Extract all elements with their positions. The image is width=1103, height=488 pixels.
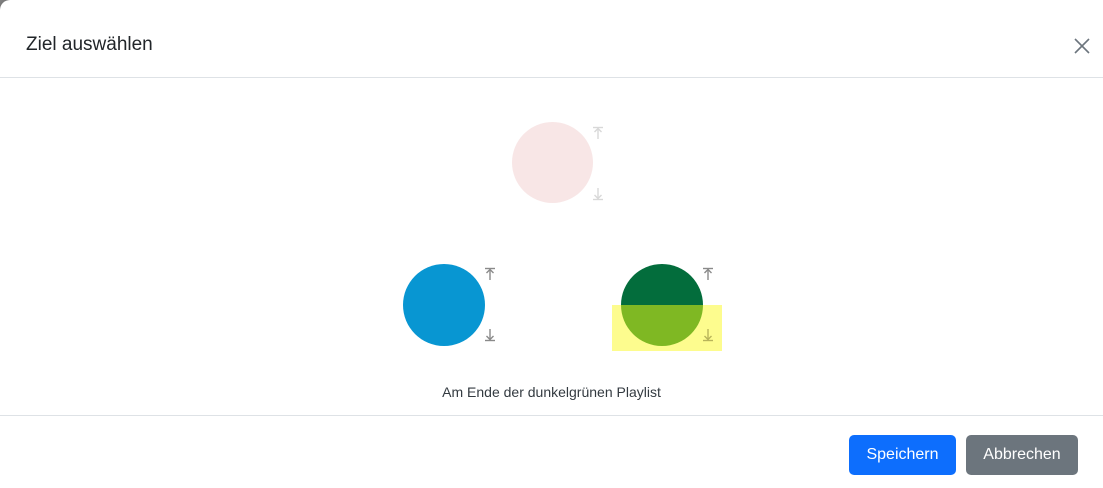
playlist-dark-green-bottom-half[interactable]: [621, 305, 703, 346]
close-icon: [1074, 38, 1090, 54]
save-button[interactable]: Speichern: [849, 435, 956, 475]
close-button[interactable]: [1071, 35, 1093, 57]
insert-bottom-icon: [593, 188, 603, 201]
dialog-title: Ziel auswählen: [26, 34, 153, 55]
cancel-button[interactable]: Abbrechen: [966, 435, 1078, 475]
insert-top-icon[interactable]: [701, 267, 715, 281]
dialog-header: Ziel auswählen: [0, 0, 1103, 78]
insert-top-icon: [593, 126, 603, 139]
insert-top-icon[interactable]: [483, 267, 497, 281]
playlist-blue[interactable]: [403, 264, 485, 346]
playlist-dark-green[interactable]: [621, 264, 703, 346]
insert-bottom-icon[interactable]: [701, 328, 715, 342]
selection-caption: Am Ende der dunkelgrünen Playlist: [442, 384, 661, 400]
insert-bottom-icon[interactable]: [483, 328, 497, 342]
playlist-pink: [512, 122, 593, 203]
select-target-dialog: Ziel auswählen Am Ende der dunkelgrünen …: [0, 0, 1103, 488]
playlist-dark-green-top-half[interactable]: [621, 264, 703, 305]
dialog-footer: Speichern Abbrechen: [0, 415, 1103, 488]
